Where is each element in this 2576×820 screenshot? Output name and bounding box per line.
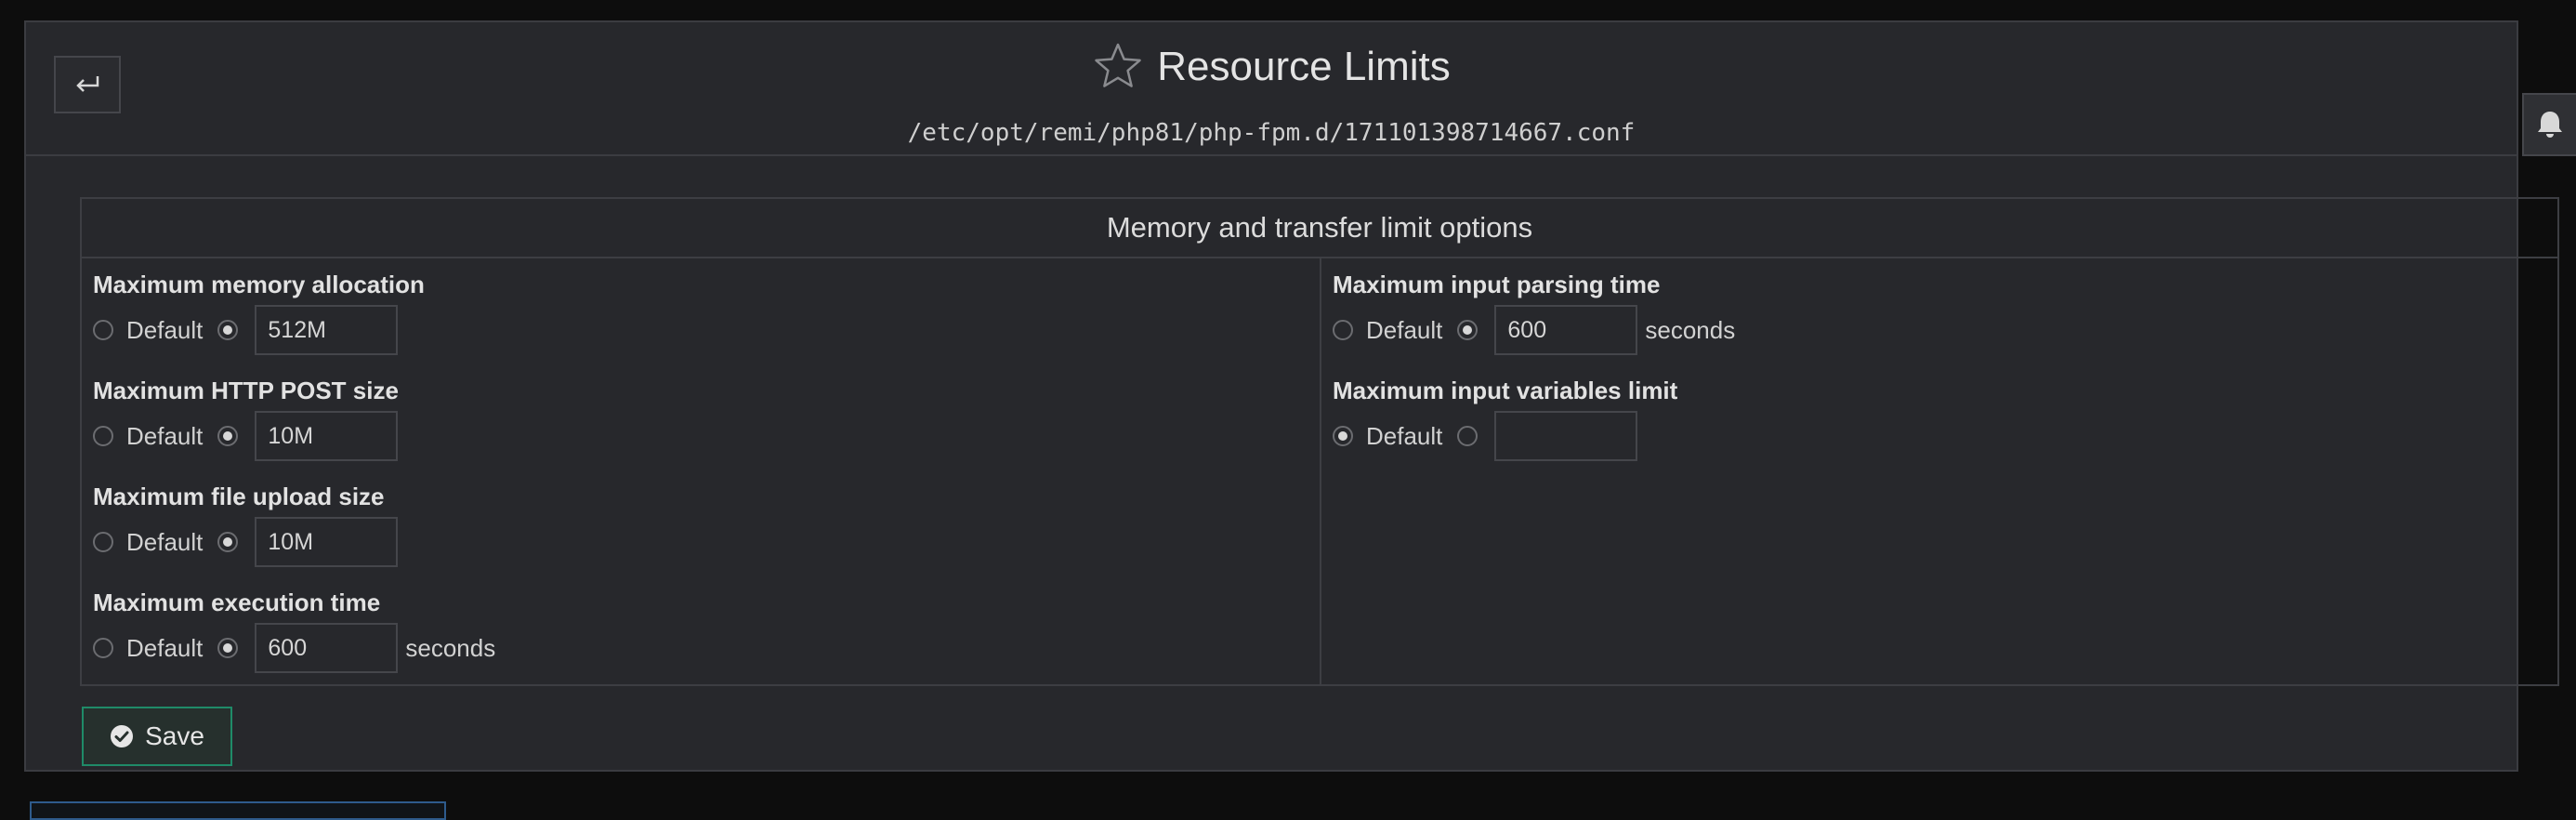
config-file-path: /etc/opt/remi/php81/php-fpm.d/1711013987… xyxy=(907,119,1636,147)
field-label: Maximum file upload size xyxy=(93,483,385,510)
page-title: Resource Limits xyxy=(1157,44,1451,89)
radio-default[interactable] xyxy=(93,426,113,446)
radio-default-label: Default xyxy=(1366,315,1443,344)
field-label: Maximum input parsing time xyxy=(1333,271,1661,298)
save-button[interactable]: Save xyxy=(82,707,232,766)
memory-limit-input[interactable] xyxy=(255,305,399,355)
post-max-size-input[interactable] xyxy=(255,411,399,461)
max-execution-time-input[interactable] xyxy=(255,623,399,673)
radio-custom[interactable] xyxy=(217,638,239,658)
footer-button-edge[interactable] xyxy=(30,801,446,820)
field-label: Maximum HTTP POST size xyxy=(93,377,399,404)
radio-custom[interactable] xyxy=(217,426,239,446)
memory-transfer-options: Memory and transfer limit options Maximu… xyxy=(80,197,2559,686)
radio-default[interactable] xyxy=(1333,426,1353,446)
section-heading: Memory and transfer limit options xyxy=(82,199,2557,258)
save-label: Save xyxy=(145,721,204,750)
radio-default-label: Default xyxy=(126,315,204,344)
radio-custom[interactable] xyxy=(1457,426,1479,446)
title-row: Resource Limits xyxy=(26,41,2517,93)
field-label: Maximum execution time xyxy=(93,589,381,616)
options-right-column: Maximum input parsing time Default secon… xyxy=(1321,258,2557,684)
panel-header: Resource Limits /etc/opt/remi/php81/php-… xyxy=(26,22,2517,156)
options-left-column: Maximum memory allocation Default Maximu… xyxy=(82,258,1321,684)
upload-max-filesize-input[interactable] xyxy=(255,517,399,567)
radio-default-label: Default xyxy=(126,421,204,450)
field-max-input-time: Maximum input parsing time Default secon… xyxy=(1333,270,1735,355)
max-input-time-input[interactable] xyxy=(1494,305,1638,355)
radio-default-label: Default xyxy=(126,527,204,556)
max-input-vars-input[interactable] xyxy=(1494,411,1638,461)
unit-label: seconds xyxy=(1645,315,1736,344)
field-row: Default xyxy=(93,517,399,567)
radio-default-label: Default xyxy=(126,633,204,662)
field-row: Default seconds xyxy=(1333,305,1735,355)
field-max-execution-time: Maximum execution time Default seconds xyxy=(93,588,495,673)
radio-default-label: Default xyxy=(1366,421,1443,450)
radio-default[interactable] xyxy=(93,638,113,658)
field-row: Default xyxy=(93,411,399,461)
field-label: Maximum memory allocation xyxy=(93,271,425,298)
unit-label: seconds xyxy=(405,633,496,662)
field-row: Default xyxy=(1333,411,1677,461)
notifications-button[interactable] xyxy=(2522,93,2576,156)
radio-custom[interactable] xyxy=(217,320,239,340)
field-max-input-vars: Maximum input variables limit Default xyxy=(1333,376,1677,461)
radio-default[interactable] xyxy=(93,532,113,552)
resource-limits-panel: Resource Limits /etc/opt/remi/php81/php-… xyxy=(24,20,2559,772)
radio-default[interactable] xyxy=(1333,320,1353,340)
radio-custom[interactable] xyxy=(217,532,239,552)
field-upload-max-filesize: Maximum file upload size Default xyxy=(93,482,399,567)
star-icon[interactable] xyxy=(1092,41,1144,93)
radio-default[interactable] xyxy=(93,320,113,340)
field-row: Default xyxy=(93,305,425,355)
field-memory-limit: Maximum memory allocation Default xyxy=(93,270,425,355)
field-label: Maximum input variables limit xyxy=(1333,377,1678,404)
field-row: Default seconds xyxy=(93,623,495,673)
bell-icon xyxy=(2538,112,2562,138)
check-circle-icon xyxy=(111,725,134,747)
radio-custom[interactable] xyxy=(1457,320,1479,340)
field-post-max-size: Maximum HTTP POST size Default xyxy=(93,376,399,461)
